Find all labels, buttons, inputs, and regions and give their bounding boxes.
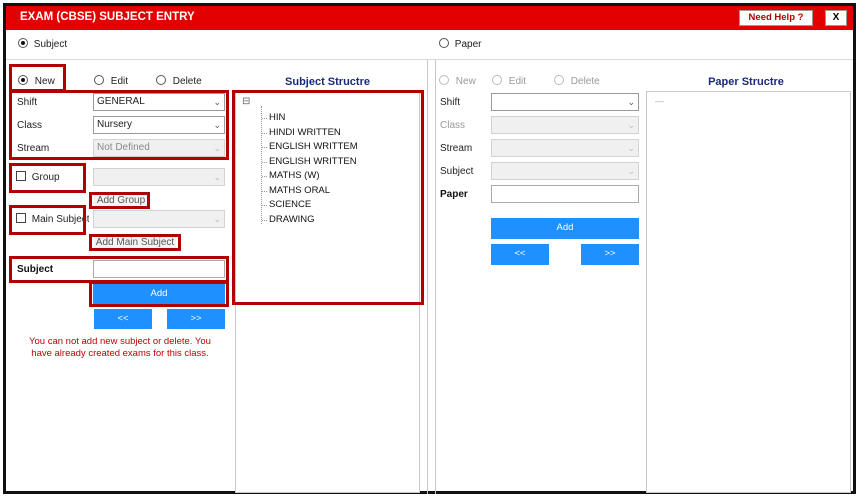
error-message: You can not add new subject or delete. Y… <box>29 336 211 359</box>
radio-empty-icon <box>554 75 564 85</box>
highlight-add-main-subject <box>89 234 181 251</box>
paper-add-button[interactable]: Add <box>491 218 639 239</box>
paper-subject-label: Subject <box>440 166 474 177</box>
radio-empty-icon <box>492 75 502 85</box>
main-subject-select[interactable]: ⌄ <box>93 210 225 228</box>
paper-name-input[interactable] <box>491 185 639 203</box>
title-bar: EXAM (CBSE) SUBJECT ENTRY Need Help ? X <box>6 6 853 30</box>
highlight-group <box>9 163 86 193</box>
radio-empty-icon <box>156 75 166 85</box>
paper-delete-radio[interactable]: Delete <box>554 75 600 87</box>
paper-stream-label: Stream <box>440 143 473 154</box>
chevron-down-icon: ⌄ <box>627 143 635 153</box>
section-divider <box>6 59 853 60</box>
paper-previous-button[interactable]: << <box>491 244 549 265</box>
paper-delete-label: Delete <box>570 76 600 87</box>
paper-class-select[interactable]: ⌄ <box>491 116 639 134</box>
group-select[interactable]: ⌄ <box>93 168 225 186</box>
paper-tree-root: — <box>655 96 664 106</box>
edit-label: Edit <box>110 76 129 87</box>
paper-structure-heading: Paper Structre <box>708 76 784 88</box>
chevron-down-icon: ⌄ <box>627 166 635 176</box>
paper-name-label: Paper <box>440 189 468 200</box>
highlight-new <box>9 64 66 92</box>
window-title: EXAM (CBSE) SUBJECT ENTRY <box>20 11 195 23</box>
mode-subject-radio[interactable]: Subject <box>18 38 67 50</box>
chevron-down-icon: ⌄ <box>213 214 221 224</box>
mode-paper-label: Paper <box>454 39 482 50</box>
previous-button[interactable]: << <box>94 309 152 329</box>
paper-new-label: New <box>455 76 476 87</box>
chevron-down-icon: ⌄ <box>627 120 635 130</box>
radio-empty-icon <box>94 75 104 85</box>
subject-structure-heading: Subject Structre <box>285 76 370 88</box>
delete-radio[interactable]: Delete <box>156 75 202 87</box>
left-right-divider-2 <box>435 60 436 494</box>
mode-paper-radio[interactable]: Paper <box>439 38 481 50</box>
highlight-shift-class-stream <box>9 90 229 160</box>
highlight-add <box>89 281 229 307</box>
paper-next-button[interactable]: >> <box>581 244 639 265</box>
highlight-main-subject <box>9 205 86 235</box>
paper-new-radio[interactable]: New <box>439 75 476 87</box>
highlight-subject <box>9 256 229 283</box>
left-right-divider <box>427 60 428 494</box>
paper-structure-panel: — <box>646 91 851 493</box>
mode-subject-label: Subject <box>33 39 68 50</box>
paper-shift-label: Shift <box>440 97 461 108</box>
next-button[interactable]: >> <box>167 309 225 329</box>
paper-stream-select[interactable]: ⌄ <box>491 139 639 157</box>
paper-edit-label: Edit <box>508 76 527 87</box>
highlight-add-group <box>89 192 150 209</box>
chevron-down-icon: ⌄ <box>627 97 635 107</box>
window: EXAM (CBSE) SUBJECT ENTRY Need Help ? X … <box>3 3 856 494</box>
radio-selected-icon <box>18 38 28 48</box>
chevron-down-icon: ⌄ <box>213 172 221 182</box>
need-help-button[interactable]: Need Help ? <box>739 10 813 26</box>
radio-empty-icon <box>439 38 449 48</box>
radio-empty-icon <box>439 75 449 85</box>
highlight-subject-structure <box>232 90 424 305</box>
paper-edit-radio[interactable]: Edit <box>492 75 526 87</box>
paper-shift-select[interactable]: ⌄ <box>491 93 639 111</box>
paper-subject-select[interactable]: ⌄ <box>491 162 639 180</box>
edit-radio[interactable]: Edit <box>94 75 128 87</box>
paper-class-label: Class <box>440 120 466 131</box>
close-button[interactable]: X <box>825 10 847 26</box>
delete-label: Delete <box>172 76 202 87</box>
